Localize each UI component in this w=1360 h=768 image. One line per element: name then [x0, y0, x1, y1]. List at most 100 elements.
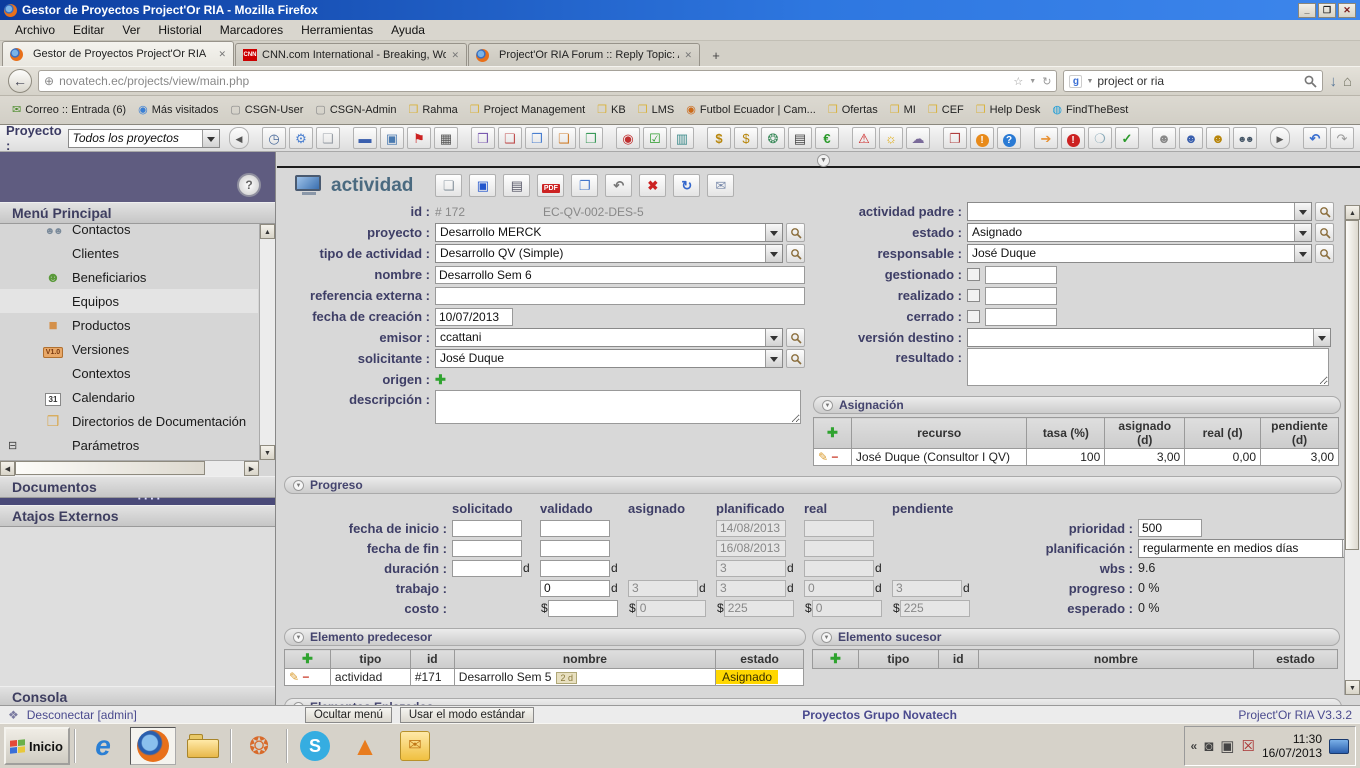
tree-vertical-scrollbar[interactable]: ▲ ▼	[259, 224, 275, 460]
risk-warning-icon[interactable]: ⚠	[852, 127, 876, 149]
menu-item[interactable]: Ver	[113, 21, 149, 39]
estado-search-button[interactable]	[1315, 223, 1334, 242]
predecesor-header[interactable]: ▼ Elemento predecesor	[284, 628, 806, 646]
resource-doc-icon[interactable]: ❒	[471, 127, 495, 149]
clock-icon[interactable]: ◷	[262, 127, 286, 149]
target-icon[interactable]: ◉	[616, 127, 640, 149]
gear-icon[interactable]: ⚙	[289, 127, 313, 149]
sidebar-item-clientes[interactable]: Clientes	[0, 241, 258, 265]
duracion-validado-input[interactable]	[540, 560, 610, 577]
project-select[interactable]: Todos los proyectos	[68, 129, 220, 148]
tab-projector[interactable]: Gestor de Proyectos Project'Or RIA ✕	[2, 41, 234, 66]
sucesor-header[interactable]: ▼ Elemento sucesor	[812, 628, 1340, 646]
sidebar-item-contextos[interactable]: Contextos	[0, 361, 258, 385]
approve-check-icon[interactable]: ✓	[1115, 127, 1139, 149]
sidebar-splitter[interactable]	[0, 498, 275, 505]
user-gray-icon[interactable]: ☻	[1152, 127, 1176, 149]
show-desktop-icon[interactable]	[1329, 739, 1349, 754]
tab-close-icon[interactable]: ✕	[451, 50, 459, 61]
search-engine-icon[interactable]: g	[1069, 75, 1082, 88]
sidebar-item-productos[interactable]: ■ Productos	[0, 313, 258, 337]
report-list-icon[interactable]: ▤	[788, 127, 812, 149]
sidebar-item-versiones[interactable]: V1.0 Versiones	[0, 337, 258, 361]
sidebar-item-calendario[interactable]: 31 Calendario	[0, 385, 258, 409]
mail-button[interactable]: ✉	[707, 174, 734, 197]
close-button[interactable]: ✕	[1338, 3, 1356, 18]
tab-cnn[interactable]: CNN CNN.com International - Breaking, Wo…	[235, 43, 467, 66]
planificacion-select[interactable]: regularmente en medios días	[1138, 539, 1360, 558]
milestone-flag-icon[interactable]: ⚑	[407, 127, 431, 149]
menu-item[interactable]: Historial	[149, 21, 210, 39]
copy-button[interactable]: ❐	[571, 174, 598, 197]
bookmark-project-management[interactable]: ❒ Project Management	[464, 102, 591, 118]
cerrado-date-input[interactable]	[985, 308, 1057, 326]
sidebar-section-menu-principal[interactable]: Menú Principal	[0, 202, 275, 224]
presentation-board-icon[interactable]: ❐	[943, 127, 967, 149]
add-row-icon[interactable]: ✚	[830, 651, 841, 666]
edit-row-icon[interactable]: ✎	[289, 670, 299, 684]
search-engine-dropdown-icon[interactable]: ▼	[1086, 78, 1093, 85]
bookmark-star-icon[interactable]: ☆	[1013, 75, 1023, 88]
referencia-input[interactable]	[435, 287, 805, 305]
budget-bag-icon[interactable]: $	[707, 127, 731, 149]
hide-menu-button[interactable]: Ocultar menú	[305, 707, 392, 723]
taskbar-firefox-button[interactable]	[130, 727, 176, 765]
menu-item[interactable]: Marcadores	[211, 21, 292, 39]
back-button[interactable]: ←	[8, 69, 32, 93]
resultado-textarea[interactable]	[967, 348, 1329, 386]
help-icon[interactable]: ?	[237, 173, 261, 197]
fecha-inicio-solicitado-input[interactable]	[452, 520, 522, 537]
user-gold-icon[interactable]: ☻	[1206, 127, 1230, 149]
taskbar-explorer-button[interactable]	[180, 727, 226, 765]
taskbar-skype-button[interactable]: S	[292, 727, 338, 765]
taskbar-xnview-button[interactable]: ❂	[236, 727, 282, 765]
fecha-fin-validado-input[interactable]	[540, 540, 610, 557]
team-pair-icon[interactable]: ☻☻	[1233, 127, 1257, 149]
undo-button[interactable]: ↶	[605, 174, 632, 197]
collapse-icon[interactable]: ▼	[293, 632, 304, 643]
reload-icon[interactable]: ↻	[1042, 75, 1051, 88]
start-button[interactable]: Inicio	[4, 727, 70, 765]
scroll-right-icon[interactable]: ▶	[244, 461, 259, 476]
collapse-icon[interactable]: ▼	[293, 480, 304, 491]
taskbar-vlc-button[interactable]: ▲	[342, 727, 388, 765]
tray-camera-icon[interactable]: ◙	[1204, 738, 1213, 755]
duracion-solicitado-input[interactable]	[452, 560, 522, 577]
url-dropdown-icon[interactable]: ▼	[1029, 78, 1036, 85]
actividad-padre-select[interactable]	[967, 202, 1312, 221]
gestionado-checkbox[interactable]	[967, 268, 980, 281]
redo-arrow-icon[interactable]: ↷	[1330, 127, 1354, 149]
standard-mode-button[interactable]: Usar el modo estándar	[400, 707, 534, 723]
enlazados-header[interactable]: ▼ Elementos Enlazados	[284, 698, 1342, 705]
refresh-button[interactable]: ↻	[673, 174, 700, 197]
add-row-icon[interactable]: ✚	[302, 651, 313, 666]
user-blue-icon[interactable]: ☻	[1179, 127, 1203, 149]
taskbar-ie-button[interactable]: e	[80, 727, 126, 765]
menu-item[interactable]: Herramientas	[292, 21, 382, 39]
sidebar-item-directorios[interactable]: ❒ Directorios de Documentación	[0, 409, 258, 433]
scroll-thumb[interactable]	[1345, 220, 1359, 550]
tray-disconnected-icon[interactable]: ☒	[1241, 737, 1254, 755]
search-bar[interactable]: g ▼	[1063, 70, 1323, 92]
origen-add-icon[interactable]: ✚	[435, 372, 446, 388]
bookmark-csgn-user[interactable]: ▢ CSGN-User	[224, 102, 309, 118]
edit-row-icon[interactable]: ✎	[818, 450, 828, 464]
tray-network-icon[interactable]: ▣	[1220, 737, 1234, 755]
responsable-search-button[interactable]	[1315, 244, 1334, 263]
play-round-icon[interactable]: ▶	[1270, 127, 1290, 149]
sidebar-item-beneficiarios[interactable]: ☻ Beneficiarios	[0, 265, 258, 289]
scroll-left-icon[interactable]: ◀	[0, 461, 15, 476]
tipo-actividad-search-button[interactable]	[786, 244, 805, 263]
fecha-fin-solicitado-input[interactable]	[452, 540, 522, 557]
sidebar-item-contactos[interactable]: ☻☻ Contactos	[0, 224, 258, 241]
collapse-icon[interactable]: ▼	[822, 400, 833, 411]
tray-chevron-icon[interactable]: «	[1191, 739, 1198, 753]
realizado-date-input[interactable]	[985, 287, 1057, 305]
bookmark-mas-visitados[interactable]: ◉ Más visitados	[132, 102, 224, 118]
maximize-button[interactable]: ❐	[1318, 3, 1336, 18]
meeting-icon[interactable]: ▦	[434, 127, 458, 149]
asignacion-header[interactable]: ▼ Asignación	[813, 396, 1341, 414]
euro-cost-icon[interactable]: €	[815, 127, 839, 149]
tab-close-icon[interactable]: ✕	[218, 49, 226, 60]
costo-validado-input[interactable]	[548, 600, 618, 617]
